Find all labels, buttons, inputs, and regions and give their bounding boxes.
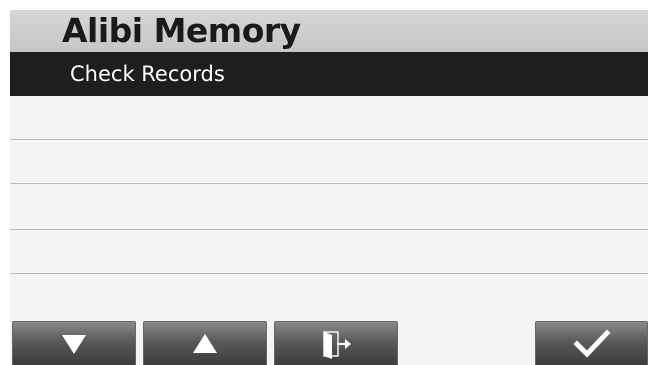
list-item[interactable] [10, 230, 648, 274]
checkmark-icon [536, 322, 647, 365]
up-button[interactable] [143, 321, 267, 365]
list-item[interactable] [10, 96, 648, 140]
list-item[interactable] [10, 275, 648, 319]
menu-item-label: Check Records [70, 62, 225, 86]
menu-item-check-records[interactable]: Check Records [10, 52, 648, 96]
page-title: Alibi Memory [62, 11, 301, 50]
list-item[interactable] [10, 186, 648, 230]
exit-door-icon [275, 322, 397, 365]
list-item[interactable] [10, 140, 648, 184]
arrow-down-icon [13, 322, 135, 365]
display-screen: Alibi Memory Check Records [10, 10, 648, 365]
down-button[interactable] [12, 321, 136, 365]
exit-button[interactable] [274, 321, 398, 365]
title-bar: Alibi Memory [10, 10, 648, 52]
arrow-up-icon [144, 322, 266, 365]
confirm-button[interactable] [535, 321, 648, 365]
